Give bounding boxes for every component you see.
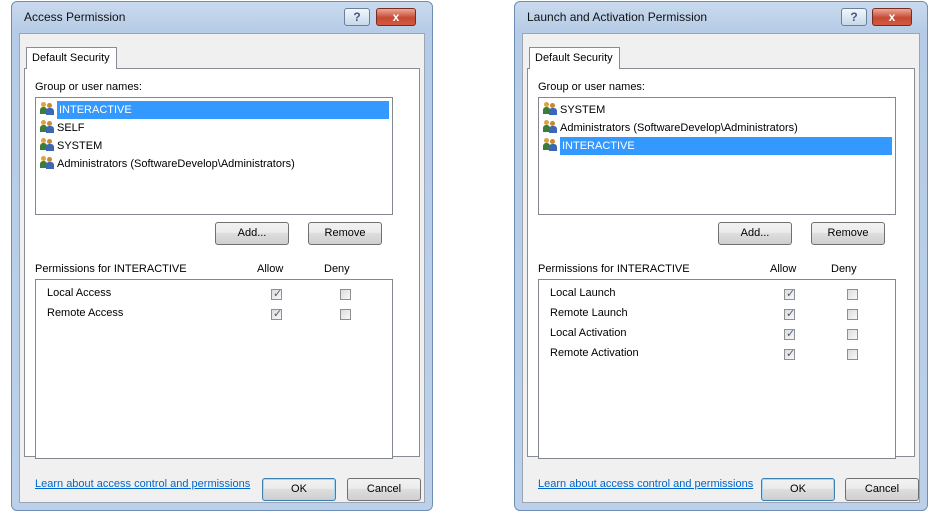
remove-button[interactable]: Remove (308, 222, 382, 245)
help-button[interactable]: ? (344, 8, 370, 26)
allow-column-header: Allow (257, 263, 284, 275)
list-item-label: INTERACTIVE (57, 101, 389, 119)
dialog-title: Access Permission (24, 10, 126, 24)
access-control-help-link[interactable]: Learn about access control and permissio… (538, 478, 753, 490)
permissions-label: Permissions for INTERACTIVE (538, 263, 690, 275)
list-item-administrators[interactable]: Administrators (SoftwareDevelop\Administ… (541, 119, 893, 137)
permissions-list: Local Launch Remote Launch Local Activat… (538, 279, 896, 459)
list-item-label: SELF (57, 122, 85, 134)
list-item-system[interactable]: SYSTEM (38, 137, 390, 155)
user-group-icon (543, 138, 558, 151)
deny-column-header: Deny (831, 263, 857, 275)
allow-checkbox-remote-launch[interactable] (784, 307, 795, 320)
cancel-button[interactable]: Cancel (845, 478, 919, 501)
permission-remote-access: Remote Access (47, 307, 124, 319)
permission-local-activation: Local Activation (550, 327, 627, 339)
permission-remote-activation: Remote Activation (550, 347, 639, 359)
user-group-icon (543, 102, 558, 115)
close-icon: x (392, 10, 400, 24)
dialog-client-area: Default Security Group or user names: SY… (522, 33, 920, 503)
list-item-self[interactable]: SELF (38, 119, 390, 137)
close-button[interactable]: x (376, 8, 416, 26)
deny-checkbox-local-launch[interactable] (847, 289, 858, 300)
group-or-user-names-label: Group or user names: (35, 81, 142, 93)
list-item-interactive[interactable]: INTERACTIVE (541, 137, 893, 155)
deny-column-header: Deny (324, 263, 350, 275)
allow-column-header: Allow (770, 263, 797, 275)
remove-button[interactable]: Remove (811, 222, 885, 245)
allow-checkbox-remote-access[interactable] (271, 307, 282, 320)
tab-panel: Group or user names: SYSTEM Administrato… (527, 68, 915, 490)
help-icon: ? (850, 10, 858, 24)
list-item-label: SYSTEM (57, 140, 103, 152)
allow-checkbox-local-launch[interactable] (784, 287, 795, 300)
user-list[interactable]: INTERACTIVE SELF SYSTEM Administrators (… (35, 97, 393, 215)
dialog-client-area: Default Security Group or user names: IN… (19, 33, 425, 503)
access-permission-dialog: Access Permission ? x Default Security G… (11, 1, 433, 511)
launch-activation-permission-dialog: Launch and Activation Permission ? x Def… (514, 1, 928, 511)
deny-checkbox-remote-launch[interactable] (847, 309, 858, 320)
allow-checkbox-local-access[interactable] (271, 287, 282, 300)
allow-checkbox-local-activation[interactable] (784, 327, 795, 340)
permission-local-access: Local Access (47, 287, 112, 299)
deny-checkbox-remote-access[interactable] (340, 309, 351, 320)
permission-remote-launch: Remote Launch (550, 307, 628, 319)
close-button[interactable]: x (872, 8, 912, 26)
help-button[interactable]: ? (841, 8, 867, 26)
permissions-label: Permissions for INTERACTIVE (35, 263, 187, 275)
group-or-user-names-label: Group or user names: (538, 81, 645, 93)
tab-default-security[interactable]: Default Security (529, 47, 620, 69)
ok-button[interactable]: OK (262, 478, 336, 501)
access-control-help-link[interactable]: Learn about access control and permissio… (35, 478, 250, 490)
help-icon: ? (353, 10, 361, 24)
cancel-button[interactable]: Cancel (347, 478, 421, 501)
add-button[interactable]: Add... (718, 222, 792, 245)
deny-checkbox-local-access[interactable] (340, 289, 351, 300)
list-item-label: INTERACTIVE (560, 137, 892, 155)
dialog-title: Launch and Activation Permission (527, 10, 708, 24)
tab-panel: Group or user names: INTERACTIVE SELF SY… (24, 68, 420, 490)
add-button[interactable]: Add... (215, 222, 289, 245)
user-group-icon (40, 138, 55, 151)
ok-button[interactable]: OK (761, 478, 835, 501)
close-icon: x (888, 10, 896, 24)
list-item-label: Administrators (SoftwareDevelop\Administ… (560, 122, 798, 134)
list-item-label: Administrators (SoftwareDevelop\Administ… (57, 158, 295, 170)
permissions-list: Local Access Remote Access (35, 279, 393, 459)
permission-local-launch: Local Launch (550, 287, 616, 299)
deny-checkbox-remote-activation[interactable] (847, 349, 858, 360)
user-list[interactable]: SYSTEM Administrators (SoftwareDevelop\A… (538, 97, 896, 215)
user-group-icon (543, 120, 558, 133)
list-item-interactive[interactable]: INTERACTIVE (38, 101, 390, 119)
list-item-administrators[interactable]: Administrators (SoftwareDevelop\Administ… (38, 155, 390, 173)
deny-checkbox-local-activation[interactable] (847, 329, 858, 340)
allow-checkbox-remote-activation[interactable] (784, 347, 795, 360)
list-item-label: SYSTEM (560, 104, 606, 116)
user-group-icon (40, 156, 55, 169)
user-group-icon (40, 120, 55, 133)
list-item-system[interactable]: SYSTEM (541, 101, 893, 119)
tab-default-security[interactable]: Default Security (26, 47, 117, 69)
user-group-icon (40, 102, 55, 115)
